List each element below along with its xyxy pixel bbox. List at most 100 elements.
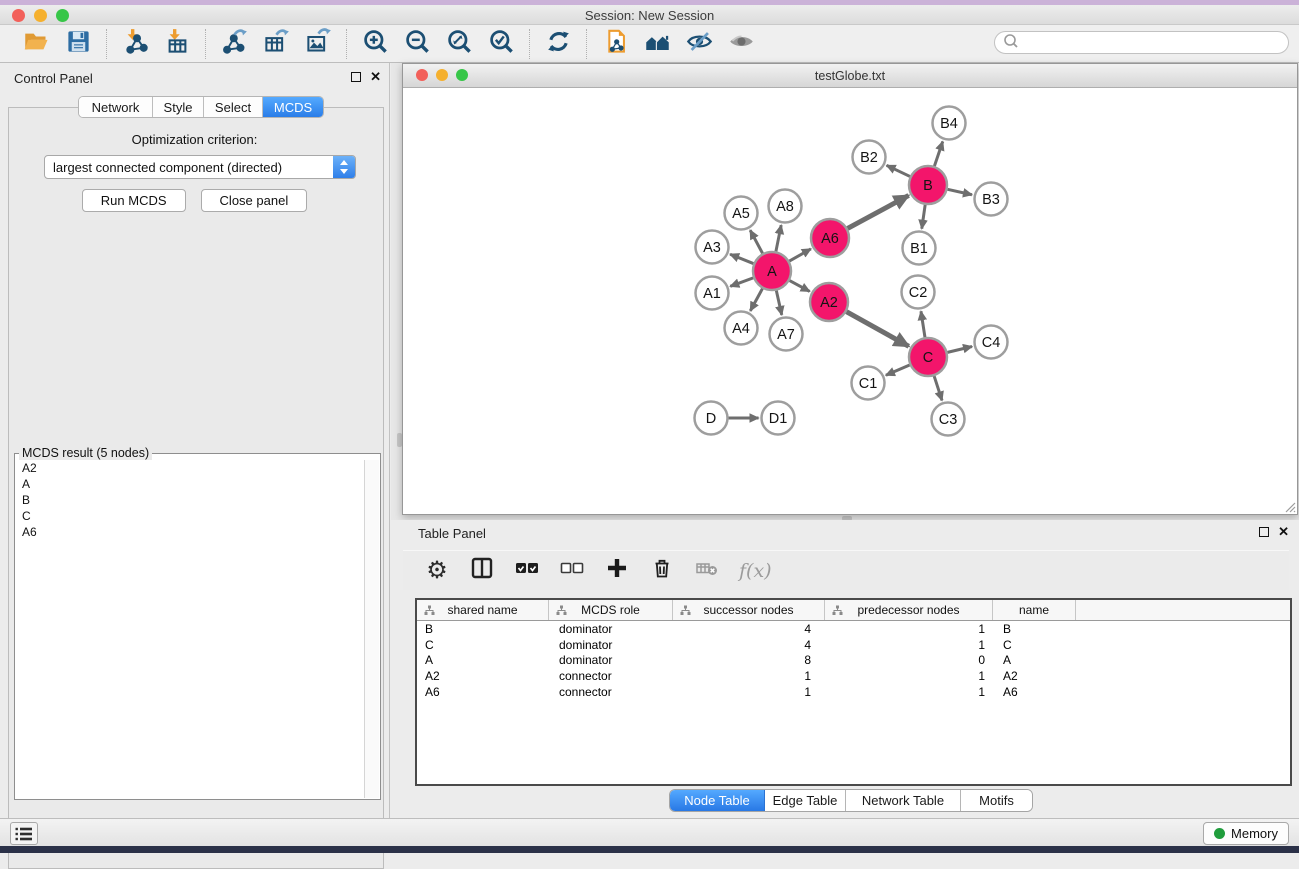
edge-A-A2[interactable]	[790, 281, 810, 292]
network-canvas[interactable]: AA1A2A3A4A5A6A7A8BB1B2B3B4CC1C2C3C4DD1	[404, 89, 1296, 514]
cell-name[interactable]: A6	[993, 685, 1076, 699]
search-input[interactable]	[1018, 36, 1288, 50]
task-history-button[interactable]	[10, 822, 38, 845]
edge-C-C4[interactable]	[947, 347, 972, 353]
edge-A-A8[interactable]	[776, 225, 781, 251]
cell-MCDS-role[interactable]: dominator	[549, 638, 673, 652]
tab-select[interactable]: Select	[204, 97, 263, 117]
network-window-titlebar[interactable]: testGlobe.txt	[403, 64, 1297, 88]
tab-style[interactable]: Style	[153, 97, 204, 117]
close-table-panel-icon[interactable]: ✕	[1278, 527, 1289, 537]
open-file-button[interactable]	[22, 30, 50, 58]
tab-mcds[interactable]: MCDS	[263, 97, 323, 117]
unselect-all-button[interactable]	[559, 558, 585, 584]
cell-successor-nodes[interactable]: 1	[673, 669, 825, 683]
table-row[interactable]: Bdominator41B	[417, 621, 1290, 637]
cell-predecessor-nodes[interactable]: 0	[825, 653, 993, 667]
cell-shared-name[interactable]: B	[417, 622, 549, 636]
mcds-result-item[interactable]: A	[16, 476, 364, 492]
edge-A-A4[interactable]	[750, 289, 762, 311]
edge-B-B3[interactable]	[948, 189, 972, 194]
refresh-button[interactable]	[544, 30, 572, 58]
column-header-successor-nodes[interactable]: successor nodes	[673, 600, 825, 620]
column-header-predecessor-nodes[interactable]: predecessor nodes	[825, 600, 993, 620]
cell-name[interactable]: C	[993, 638, 1076, 652]
cell-name[interactable]: A2	[993, 669, 1076, 683]
edge-A6-B[interactable]	[848, 195, 909, 228]
cell-name[interactable]: B	[993, 622, 1076, 636]
column-header-shared-name[interactable]: shared name	[417, 600, 549, 620]
cell-name[interactable]: A	[993, 653, 1076, 667]
mcds-result-item[interactable]: A6	[16, 524, 364, 540]
tab-motifs[interactable]: Motifs	[961, 790, 1032, 811]
export-image-button[interactable]	[304, 30, 332, 58]
zoom-fit-button[interactable]	[445, 30, 473, 58]
cell-MCDS-role[interactable]: dominator	[549, 653, 673, 667]
edge-A2-C[interactable]	[846, 312, 908, 347]
mcds-result-item[interactable]: B	[16, 492, 364, 508]
node-table[interactable]: shared nameMCDS rolesuccessor nodesprede…	[415, 598, 1292, 786]
cell-shared-name[interactable]: A	[417, 653, 549, 667]
cell-predecessor-nodes[interactable]: 1	[825, 622, 993, 636]
export-table-button[interactable]	[262, 30, 290, 58]
close-panel-icon[interactable]: ✕	[370, 72, 381, 82]
table-row[interactable]: Adominator80A	[417, 652, 1290, 668]
tab-edge-table[interactable]: Edge Table	[765, 790, 846, 811]
column-header-MCDS-role[interactable]: MCDS role	[549, 600, 673, 620]
cell-MCDS-role[interactable]: connector	[549, 685, 673, 699]
mcds-result-list[interactable]: A2ABCA6	[16, 460, 364, 798]
mcds-result-item[interactable]: A2	[16, 460, 364, 476]
tab-network-table[interactable]: Network Table	[846, 790, 961, 811]
resize-grip-icon[interactable]	[1282, 499, 1296, 513]
cell-successor-nodes[interactable]: 1	[673, 685, 825, 699]
home-button[interactable]	[643, 30, 671, 58]
delete-column-button[interactable]	[649, 558, 675, 584]
mcds-result-item[interactable]: C	[16, 508, 364, 524]
cell-shared-name[interactable]: C	[417, 638, 549, 652]
table-settings-gear-button[interactable]: ⚙	[424, 558, 450, 584]
select-all-button[interactable]	[514, 558, 540, 584]
edge-C-C2[interactable]	[921, 311, 925, 337]
zoom-out-button[interactable]	[403, 30, 431, 58]
table-row[interactable]: Cdominator41C	[417, 637, 1290, 653]
edge-B-B1[interactable]	[922, 205, 925, 229]
edge-A-A7[interactable]	[776, 291, 781, 315]
save-session-button[interactable]	[64, 30, 92, 58]
cell-successor-nodes[interactable]: 4	[673, 622, 825, 636]
run-mcds-button[interactable]: Run MCDS	[82, 189, 186, 212]
edge-A-A6[interactable]	[789, 249, 810, 261]
search-box[interactable]	[994, 31, 1289, 54]
zoom-in-button[interactable]	[361, 30, 389, 58]
cell-successor-nodes[interactable]: 4	[673, 638, 825, 652]
show-columns-button[interactable]	[469, 558, 495, 584]
edge-C-C3[interactable]	[934, 376, 942, 400]
network-graph[interactable]: AA1A2A3A4A5A6A7A8BB1B2B3B4CC1C2C3C4DD1	[404, 89, 1296, 514]
edge-A-A5[interactable]	[750, 230, 762, 253]
mcds-result-scrollbar[interactable]	[364, 460, 379, 798]
float-panel-icon[interactable]	[351, 72, 361, 82]
table-row[interactable]: A6connector11A6	[417, 684, 1290, 700]
tab-node-table[interactable]: Node Table	[670, 790, 765, 811]
tab-network[interactable]: Network	[79, 97, 153, 117]
zoom-selected-button[interactable]	[487, 30, 515, 58]
column-header-name[interactable]: name	[993, 600, 1076, 620]
cell-successor-nodes[interactable]: 8	[673, 653, 825, 667]
export-network-button[interactable]	[220, 30, 248, 58]
import-network-button[interactable]	[121, 30, 149, 58]
cell-predecessor-nodes[interactable]: 1	[825, 685, 993, 699]
edge-A-A3[interactable]	[730, 254, 753, 263]
cell-MCDS-role[interactable]: connector	[549, 669, 673, 683]
edge-B-B2[interactable]	[887, 165, 910, 176]
edge-A-A1[interactable]	[730, 278, 753, 286]
eye-button[interactable]	[727, 30, 755, 58]
cell-predecessor-nodes[interactable]: 1	[825, 669, 993, 683]
optimization-criterion-dropdown[interactable]: largest connected component (directed)	[44, 155, 356, 179]
import-table-button[interactable]	[163, 30, 191, 58]
float-table-panel-icon[interactable]	[1259, 527, 1269, 537]
app-titlebar[interactable]: Session: New Session	[0, 5, 1299, 25]
add-column-button[interactable]	[604, 558, 630, 584]
cell-shared-name[interactable]: A6	[417, 685, 549, 699]
table-row[interactable]: A2connector11A2	[417, 668, 1290, 684]
memory-button[interactable]: Memory	[1203, 822, 1289, 845]
close-panel-button[interactable]: Close panel	[201, 189, 308, 212]
